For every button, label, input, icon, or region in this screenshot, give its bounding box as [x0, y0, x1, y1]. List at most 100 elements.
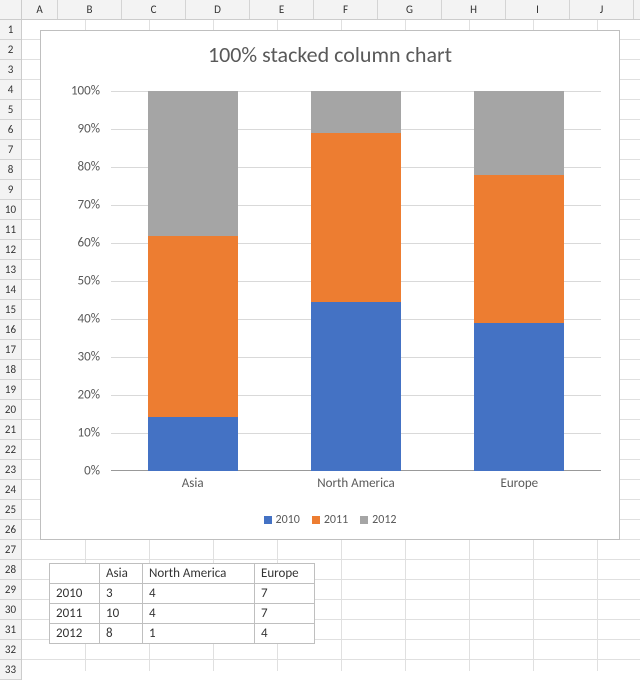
- row-label[interactable]: 2012: [50, 624, 100, 644]
- row-header-4[interactable]: 4: [0, 80, 21, 100]
- table-header-asia[interactable]: Asia: [100, 564, 143, 584]
- cell[interactable]: 1: [143, 624, 255, 644]
- column-header-J[interactable]: J: [570, 0, 634, 19]
- row-header-23[interactable]: 23: [0, 460, 21, 480]
- x-tick-label: Europe: [438, 476, 601, 491]
- row-header-11[interactable]: 11: [0, 220, 21, 240]
- row-header-12[interactable]: 12: [0, 240, 21, 260]
- bar-segment-2012[interactable]: [148, 91, 238, 236]
- row-header-13[interactable]: 13: [0, 260, 21, 280]
- row-headers: 1234567891011121314151617181920212223242…: [0, 20, 22, 680]
- bar-group: [311, 91, 401, 471]
- cell[interactable]: 4: [143, 584, 255, 604]
- bar-segment-2010[interactable]: [311, 302, 401, 471]
- row-header-5[interactable]: 5: [0, 100, 21, 120]
- column-header-C[interactable]: C: [122, 0, 186, 19]
- bar-segment-2012[interactable]: [311, 91, 401, 133]
- bar-segment-2012[interactable]: [474, 91, 564, 175]
- cell[interactable]: 4: [255, 624, 315, 644]
- y-tick-label: 30%: [45, 350, 100, 365]
- row-header-25[interactable]: 25: [0, 500, 21, 520]
- legend-label: 2012: [372, 513, 396, 527]
- legend-swatch: [360, 516, 368, 524]
- bar-group: [474, 91, 564, 471]
- y-tick-label: 20%: [45, 388, 100, 403]
- y-tick-label: 0%: [45, 464, 100, 479]
- column-header-I[interactable]: I: [506, 0, 570, 19]
- table-header-north-america[interactable]: North America: [143, 564, 255, 584]
- cell[interactable]: 8: [100, 624, 143, 644]
- x-tick-label: North America: [274, 476, 437, 491]
- column-header-B[interactable]: B: [58, 0, 122, 19]
- cell[interactable]: 4: [143, 604, 255, 624]
- y-tick-label: 40%: [45, 312, 100, 327]
- row-label[interactable]: 2010: [50, 584, 100, 604]
- row-header-17[interactable]: 17: [0, 340, 21, 360]
- y-tick-label: 10%: [45, 426, 100, 441]
- cell[interactable]: 10: [100, 604, 143, 624]
- column-header-D[interactable]: D: [186, 0, 250, 19]
- column-header-E[interactable]: E: [250, 0, 314, 19]
- plot-area: [111, 91, 601, 471]
- y-tick-label: 50%: [45, 274, 100, 289]
- row-header-21[interactable]: 21: [0, 420, 21, 440]
- legend-label: 2011: [324, 513, 348, 527]
- row-header-3[interactable]: 3: [0, 60, 21, 80]
- row-header-14[interactable]: 14: [0, 280, 21, 300]
- row-header-2[interactable]: 2: [0, 40, 21, 60]
- row-header-27[interactable]: 27: [0, 540, 21, 560]
- row-header-19[interactable]: 19: [0, 380, 21, 400]
- column-header-F[interactable]: F: [314, 0, 378, 19]
- row-header-20[interactable]: 20: [0, 400, 21, 420]
- row-label[interactable]: 2011: [50, 604, 100, 624]
- legend-item-2011[interactable]: 2011: [312, 513, 348, 527]
- select-all-corner[interactable]: [0, 0, 22, 19]
- row-header-10[interactable]: 10: [0, 200, 21, 220]
- row-header-22[interactable]: 22: [0, 440, 21, 460]
- y-tick-label: 90%: [45, 122, 100, 137]
- column-headers: ABCDEFGHIJ: [0, 0, 640, 20]
- table-row: 2010 3 4 7: [50, 584, 315, 604]
- y-tick-label: 70%: [45, 198, 100, 213]
- row-header-32[interactable]: 32: [0, 640, 21, 660]
- row-header-7[interactable]: 7: [0, 140, 21, 160]
- row-header-9[interactable]: 9: [0, 180, 21, 200]
- chart-container[interactable]: 100% stacked column chart 0% 10% 20% 30% 40%…: [40, 30, 620, 540]
- bar-segment-2011[interactable]: [311, 133, 401, 302]
- y-axis: 0%10%20%30%40%50%60%70%80%90%100%: [41, 91, 106, 471]
- row-header-6[interactable]: 6: [0, 120, 21, 140]
- legend-item-2010[interactable]: 2010: [264, 513, 300, 527]
- cell[interactable]: 7: [255, 604, 315, 624]
- row-header-15[interactable]: 15: [0, 300, 21, 320]
- data-table[interactable]: Asia North America Europe 2010 3 4 7 201…: [49, 563, 315, 644]
- bar-group: [148, 91, 238, 471]
- column-header-G[interactable]: G: [378, 0, 442, 19]
- row-header-31[interactable]: 31: [0, 620, 21, 640]
- bar-segment-2011[interactable]: [148, 236, 238, 417]
- row-header-30[interactable]: 30: [0, 600, 21, 620]
- legend-label: 2010: [276, 513, 300, 527]
- column-header-H[interactable]: H: [442, 0, 506, 19]
- bar-segment-2011[interactable]: [474, 175, 564, 323]
- bar-segment-2010[interactable]: [148, 417, 238, 471]
- table-header-blank[interactable]: [50, 564, 100, 584]
- legend-item-2012[interactable]: 2012: [360, 513, 396, 527]
- cell[interactable]: 7: [255, 584, 315, 604]
- row-header-28[interactable]: 28: [0, 560, 21, 580]
- row-header-16[interactable]: 16: [0, 320, 21, 340]
- legend-swatch: [312, 516, 320, 524]
- table-row: 2011 10 4 7: [50, 604, 315, 624]
- row-header-24[interactable]: 24: [0, 480, 21, 500]
- cell[interactable]: 3: [100, 584, 143, 604]
- table-header-europe[interactable]: Europe: [255, 564, 315, 584]
- row-header-26[interactable]: 26: [0, 520, 21, 540]
- row-header-33[interactable]: 33: [0, 660, 21, 680]
- chart-title: 100% stacked column chart: [41, 41, 619, 68]
- x-tick-label: Asia: [111, 476, 274, 491]
- bar-segment-2010[interactable]: [474, 323, 564, 471]
- row-header-29[interactable]: 29: [0, 580, 21, 600]
- column-header-A[interactable]: A: [22, 0, 58, 19]
- row-header-1[interactable]: 1: [0, 20, 21, 40]
- row-header-8[interactable]: 8: [0, 160, 21, 180]
- row-header-18[interactable]: 18: [0, 360, 21, 380]
